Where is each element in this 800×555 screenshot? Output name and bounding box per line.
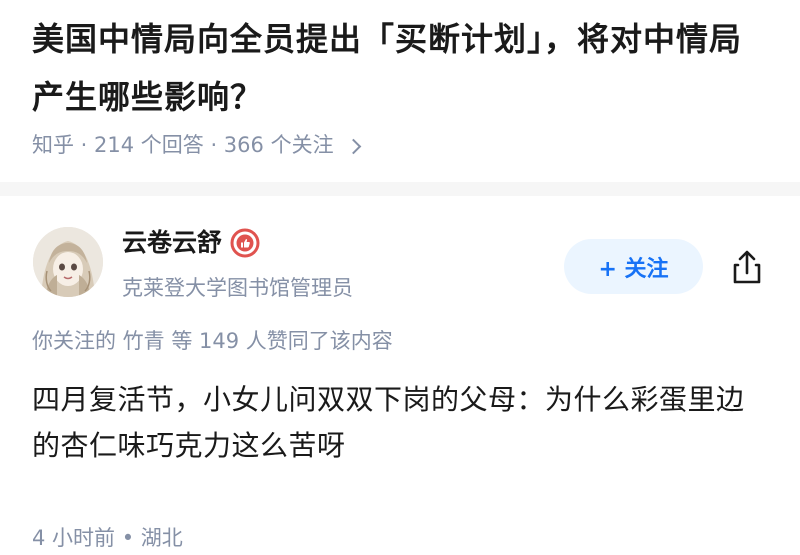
author-name[interactable]: 云卷云舒: [122, 226, 222, 260]
answer-content[interactable]: 四月复活节，小女儿问双双下岗的父母：为什么彩蛋里边的杏仁味巧克力这么苦呀: [32, 377, 772, 469]
share-icon: [733, 250, 761, 284]
answer-footer: 4 小时前 • 湖北: [32, 526, 183, 550]
follow-button[interactable]: + 关注: [564, 239, 703, 294]
author-bio: 克莱登大学图书馆管理员: [122, 276, 353, 300]
question-meta-text: 知乎 · 214 个回答 · 366 个关注: [32, 133, 334, 157]
question-meta-link[interactable]: 知乎 · 214 个回答 · 366 个关注: [32, 130, 361, 160]
follow-button-label: + 关注: [598, 256, 669, 282]
question-header: 美国中情局向全员提出「买断计划」，将对中情局产生哪些影响？ 知乎 · 214 个…: [0, 0, 800, 182]
verified-badge-icon[interactable]: [230, 228, 260, 258]
question-title[interactable]: 美国中情局向全员提出「买断计划」，将对中情局产生哪些影响？: [32, 10, 772, 126]
share-button[interactable]: [726, 246, 768, 288]
author-name-row: 云卷云舒: [122, 226, 260, 260]
section-divider: [0, 182, 800, 196]
likers-summary[interactable]: 你关注的 竹青 等 149 人赞同了该内容: [32, 326, 393, 356]
avatar-image: [33, 227, 103, 297]
avatar[interactable]: [33, 227, 103, 297]
answer-card: 云卷云舒 克莱登大学图书馆管理员 + 关注 你关注的 竹青 等 149 人赞同了…: [0, 196, 800, 555]
chevron-right-icon: [345, 138, 361, 154]
